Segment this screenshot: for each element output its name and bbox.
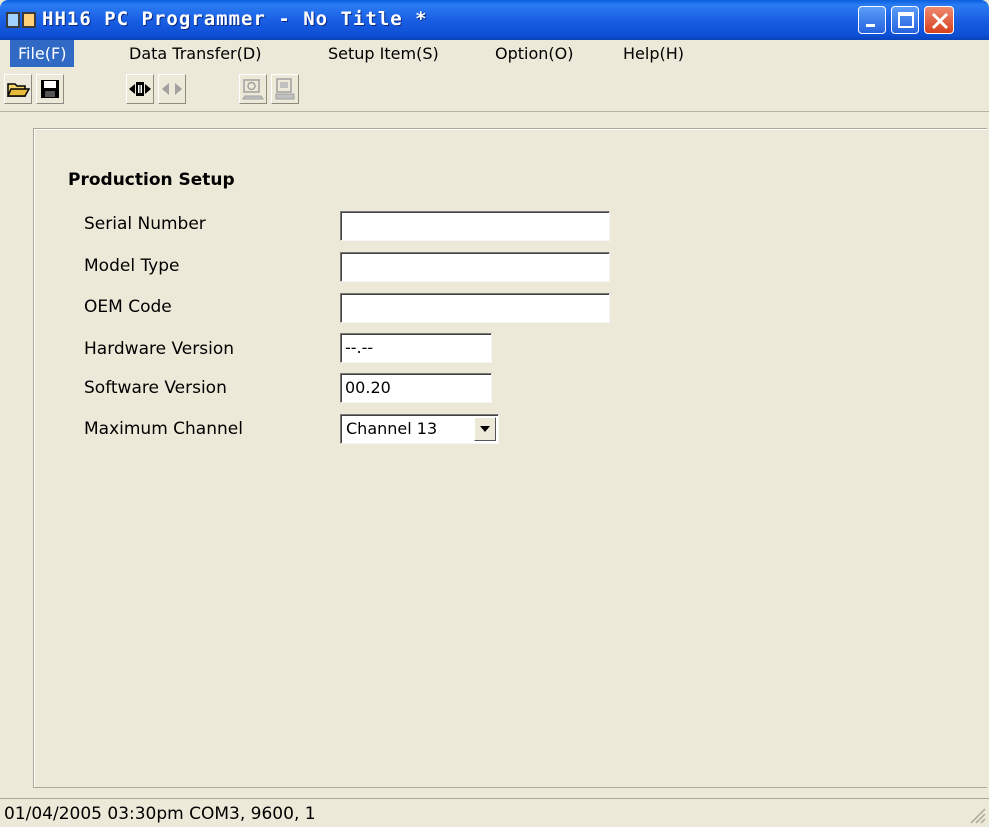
menu-option[interactable]: Option(O) <box>487 40 581 67</box>
save-disk-icon <box>41 80 59 98</box>
oem-code-field[interactable] <box>340 293 610 323</box>
chevron-down-icon <box>480 426 490 432</box>
toolbar <box>0 67 989 112</box>
maximum-channel-label: Maximum Channel <box>84 419 243 439</box>
title-bar[interactable]: HH16 PC Programmer - No Title * <box>0 0 989 40</box>
model-type-label: Model Type <box>84 256 180 276</box>
maximize-button[interactable] <box>891 6 919 34</box>
close-icon <box>931 12 949 30</box>
menu-setup-item[interactable]: Setup Item(S) <box>320 40 447 67</box>
software-version-field[interactable]: 00.20 <box>340 373 492 403</box>
menu-data-transfer[interactable]: Data Transfer(D) <box>121 40 269 67</box>
serial-number-field[interactable] <box>340 211 610 241</box>
maximize-icon <box>898 12 914 28</box>
software-version-label: Software Version <box>84 378 227 398</box>
resize-grip-icon[interactable] <box>965 803 987 825</box>
dropdown-button[interactable] <box>474 417 496 441</box>
read-device-icon <box>242 79 264 100</box>
connect-icon <box>129 82 151 96</box>
menu-bar: File(F) Data Transfer(D) Setup Item(S) O… <box>0 40 989 67</box>
write-device-icon <box>275 78 295 100</box>
window-title: HH16 PC Programmer - No Title * <box>42 8 428 30</box>
status-bar: 01/04/2005 03:30pm COM3, 9600, 1 <box>0 798 989 827</box>
open-button[interactable] <box>4 74 32 104</box>
write-device-button <box>271 74 299 104</box>
app-icon <box>6 12 36 28</box>
section-title: Production Setup <box>68 170 235 190</box>
disconnect-button <box>158 74 186 104</box>
status-text: 01/04/2005 03:30pm COM3, 9600, 1 <box>4 804 316 824</box>
menu-file[interactable]: File(F) <box>10 40 75 67</box>
save-button[interactable] <box>36 74 64 104</box>
open-folder-icon <box>6 83 30 97</box>
menu-help[interactable]: Help(H) <box>615 40 692 67</box>
hardware-version-label: Hardware Version <box>84 339 234 359</box>
disconnect-icon <box>162 83 182 95</box>
maximum-channel-value: Channel 13 <box>346 419 438 438</box>
maximum-channel-select[interactable]: Channel 13 <box>340 414 499 444</box>
read-device-button <box>239 74 267 104</box>
connect-button[interactable] <box>126 74 154 104</box>
hardware-version-field[interactable]: --.-- <box>340 333 492 363</box>
minimize-button[interactable] <box>858 6 886 34</box>
model-type-field[interactable] <box>340 252 610 282</box>
close-button[interactable] <box>924 6 954 34</box>
oem-code-label: OEM Code <box>84 297 172 317</box>
minimize-icon <box>866 24 875 27</box>
serial-number-label: Serial Number <box>84 214 206 234</box>
